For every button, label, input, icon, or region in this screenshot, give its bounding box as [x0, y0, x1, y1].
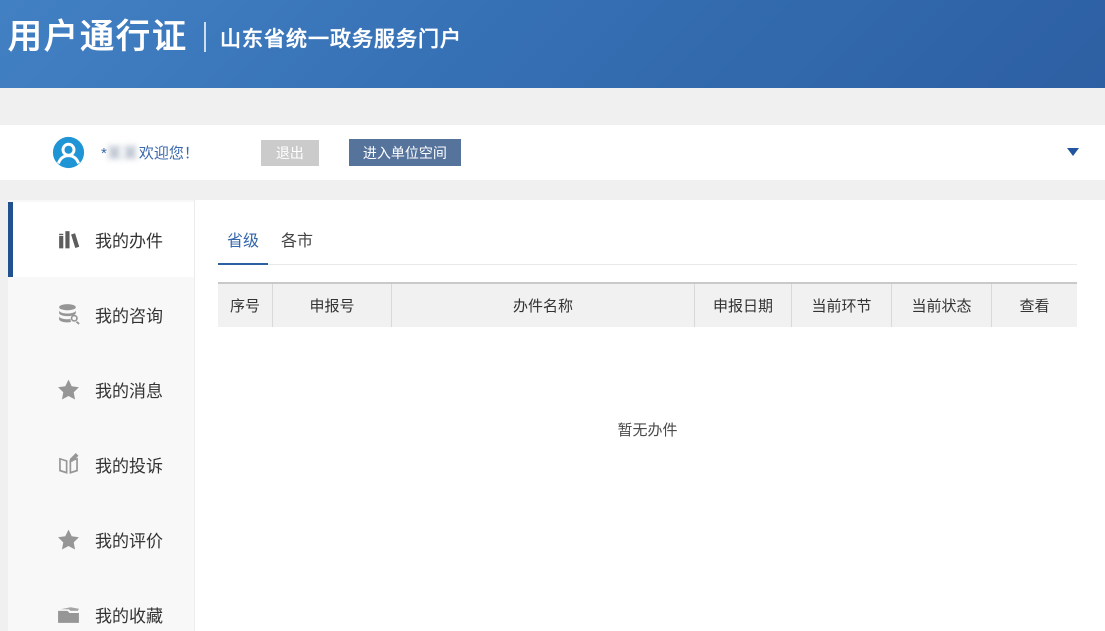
column-header-current-status: 当前状态	[891, 284, 991, 327]
tab-bar: 省级 各市	[218, 227, 1077, 265]
sidebar-item-label: 我的投诉	[95, 452, 163, 477]
sidebar: 我的办件 我的咨询 我的消息	[8, 200, 195, 631]
site-logo: 用户通行证	[8, 20, 188, 54]
user-avatar-icon	[52, 136, 85, 169]
star-icon	[55, 377, 81, 403]
database-search-icon	[55, 302, 81, 328]
column-header-current-stage: 当前环节	[791, 284, 891, 327]
folder-icon	[55, 602, 81, 628]
sidebar-item-my-cases[interactable]: 我的办件	[8, 202, 194, 277]
portal-name: 山东省统一政务服务门户	[220, 23, 462, 53]
user-bar: *某某欢迎您！ 退出 进入单位空间	[0, 125, 1105, 180]
sidebar-item-my-consultations[interactable]: 我的咨询	[8, 277, 194, 352]
content-region: 我的办件 我的咨询 我的消息	[8, 200, 1105, 631]
empty-state-text: 暂无办件	[218, 327, 1077, 440]
sidebar-item-label: 我的评价	[95, 527, 163, 552]
sidebar-item-label: 我的办件	[95, 227, 163, 252]
column-header-view: 查看	[991, 284, 1077, 327]
sidebar-item-my-favorites[interactable]: 我的收藏	[8, 577, 194, 631]
sidebar-item-my-complaints[interactable]: 我的投诉	[8, 427, 194, 502]
books-icon	[55, 227, 81, 253]
redacted-username: 某某	[107, 145, 139, 162]
star-icon	[55, 527, 81, 553]
sidebar-item-label: 我的消息	[95, 377, 163, 402]
book-edit-icon	[55, 452, 81, 478]
welcome-prefix: *	[101, 145, 107, 162]
welcome-text: *某某欢迎您！	[101, 142, 199, 163]
chevron-down-icon[interactable]	[1067, 148, 1079, 156]
logo-divider	[204, 22, 206, 52]
column-header-declaration-no: 申报号	[272, 284, 391, 327]
sidebar-item-label: 我的咨询	[95, 302, 163, 327]
tab-provincial[interactable]: 省级	[218, 227, 268, 265]
column-header-case-name: 办件名称	[391, 284, 694, 327]
enter-unit-space-button[interactable]: 进入单位空间	[349, 139, 461, 166]
sidebar-item-label: 我的收藏	[95, 602, 163, 627]
sidebar-item-my-evaluations[interactable]: 我的评价	[8, 502, 194, 577]
column-header-seq: 序号	[218, 284, 272, 327]
main-panel: 省级 各市 序号 申报号 办件名称 申报日期 当前环节 当前状态 查看 暂无办件	[195, 200, 1105, 631]
welcome-suffix: 欢迎您！	[139, 145, 199, 162]
logout-button[interactable]: 退出	[261, 140, 319, 166]
tab-cities[interactable]: 各市	[272, 227, 322, 264]
top-banner: 用户通行证 山东省统一政务服务门户	[0, 0, 1105, 88]
table-header-row: 序号 申报号 办件名称 申报日期 当前环节 当前状态 查看	[218, 282, 1077, 327]
sidebar-item-my-messages[interactable]: 我的消息	[8, 352, 194, 427]
column-header-declaration-date: 申报日期	[694, 284, 791, 327]
